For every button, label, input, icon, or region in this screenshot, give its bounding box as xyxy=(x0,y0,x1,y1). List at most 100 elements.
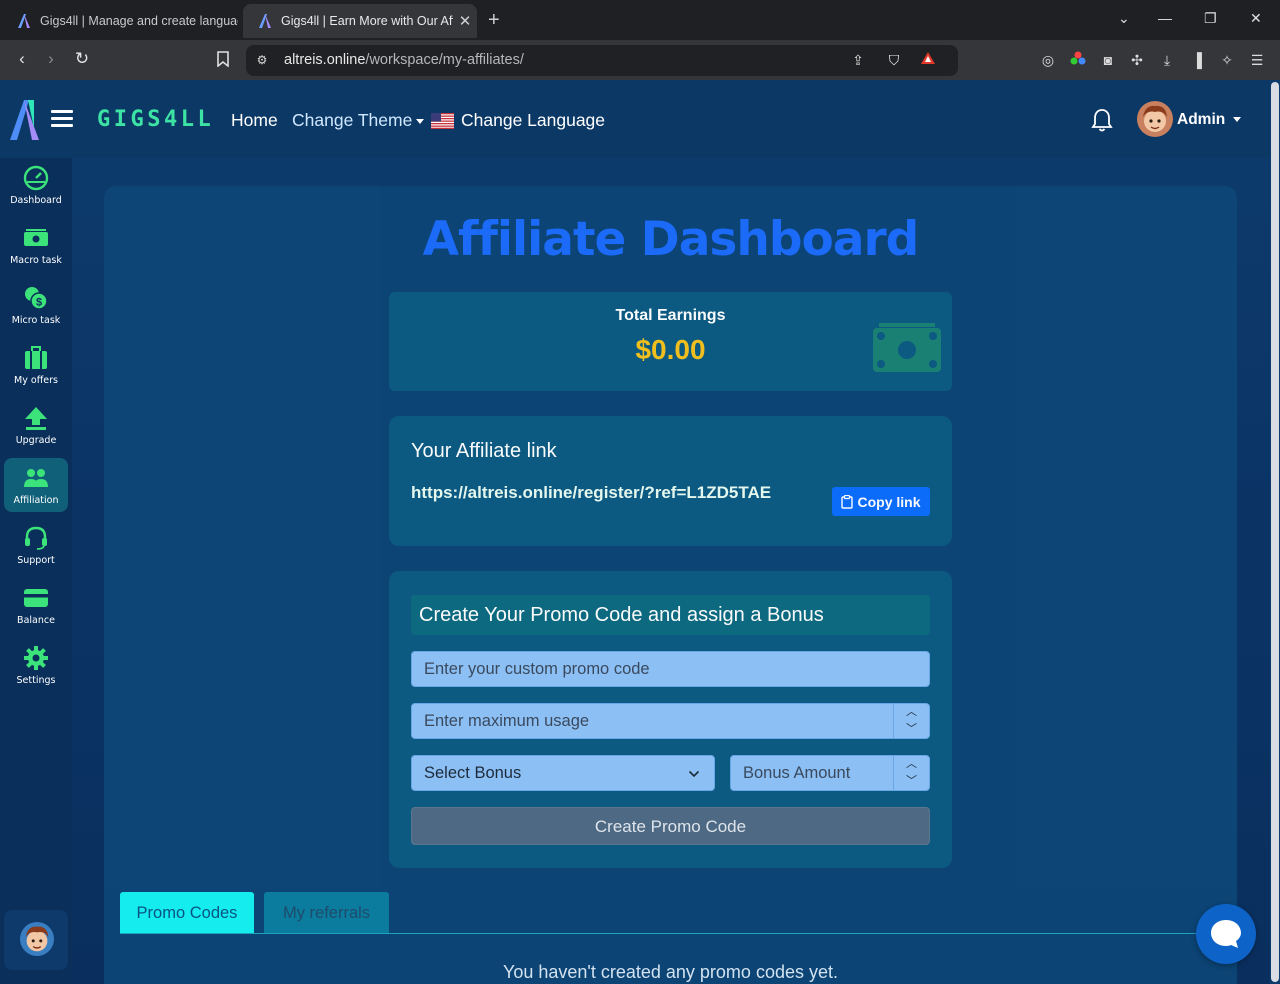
gear-icon xyxy=(24,646,48,670)
affiliate-link-url[interactable]: https://altreis.online/register/?ref=L1Z… xyxy=(411,483,771,503)
people-icon xyxy=(24,469,48,487)
sidebar-item-label: Affiliation xyxy=(13,495,59,506)
chat-launcher-button[interactable] xyxy=(1196,904,1256,964)
site-logo[interactable] xyxy=(8,98,42,142)
tab-divider xyxy=(120,933,1220,934)
coins-icon: $ xyxy=(25,287,48,310)
credit-card-icon xyxy=(24,589,48,607)
close-window-icon[interactable]: ✕ xyxy=(1250,10,1262,27)
tab-title: Gigs4ll | Earn More with Our Affiliate xyxy=(281,14,453,28)
address-bar-url: altreis.online/workspace/my-affiliates/ xyxy=(284,52,524,68)
chevron-up-icon[interactable]: ︿ xyxy=(894,756,929,773)
bonus-amount-stepper[interactable]: ︿ ﹀ xyxy=(893,756,929,790)
total-earnings-label: Total Earnings xyxy=(615,307,726,324)
page-content: GIGS4LL Home Change Theme Change Languag… xyxy=(0,80,1270,984)
bonus-amount-placeholder: Bonus Amount xyxy=(743,763,851,782)
chevron-up-icon[interactable]: ︿ xyxy=(894,704,929,721)
max-usage-stepper[interactable]: ︿ ﹀ xyxy=(893,704,929,738)
back-icon[interactable]: ‹ xyxy=(11,48,33,70)
sidebar-item-dashboard[interactable]: Dashboard xyxy=(4,158,68,212)
affiliate-dashboard-card: Affiliate Dashboard Total Earnings $0.00… xyxy=(104,186,1237,984)
total-earnings-value: $0.00 xyxy=(635,334,706,365)
extension-color-icon[interactable] xyxy=(1069,51,1087,69)
promo-form-heading: Create Your Promo Code and assign a Bonu… xyxy=(411,595,930,635)
browser-tab-active[interactable]: Gigs4ll | Earn More with Our Affiliate ✕ xyxy=(243,4,477,38)
chat-bubble-icon xyxy=(1211,920,1241,948)
nav-change-theme[interactable]: Change Theme xyxy=(292,110,425,131)
sidebar-item-label: Balance xyxy=(17,615,55,626)
sidebar-item-label: Macro task xyxy=(10,255,62,266)
notification-bell-icon[interactable] xyxy=(1090,107,1114,133)
user-avatar[interactable] xyxy=(20,922,54,956)
tab-promo-codes[interactable]: Promo Codes xyxy=(120,892,254,934)
scrollbar-thumb[interactable] xyxy=(1271,82,1279,982)
brand-name[interactable]: GIGS4LL xyxy=(97,107,214,132)
hamburger-menu-icon[interactable] xyxy=(51,110,73,128)
headset-icon xyxy=(25,526,47,550)
share-icon[interactable]: ⇪ xyxy=(849,51,867,69)
site-info-icon[interactable]: ⚙ xyxy=(253,51,271,69)
user-menu[interactable]: Admin xyxy=(1177,111,1242,129)
svg-text:$: $ xyxy=(36,297,42,309)
url-host: altreis.online xyxy=(284,52,366,68)
sidebar-item-settings[interactable]: Settings xyxy=(4,638,68,692)
brave-rewards-icon[interactable] xyxy=(919,51,937,69)
max-usage-input[interactable]: Enter maximum usage ︿ ﹀ xyxy=(411,703,930,739)
chevron-down-icon[interactable]: ﹀ xyxy=(894,773,929,790)
nav-home[interactable]: Home xyxy=(231,110,278,131)
bonus-amount-input[interactable]: Bonus Amount ︿ ﹀ xyxy=(730,755,930,791)
site-favicon-icon xyxy=(18,14,30,28)
affiliate-link-title: Your Affiliate link xyxy=(411,440,557,462)
leo-ai-icon[interactable]: ✧ xyxy=(1218,51,1236,69)
briefcase-icon xyxy=(25,346,47,369)
sidebar-item-micro-task[interactable]: $ Micro task xyxy=(4,278,68,332)
chevron-down-icon[interactable]: ﹀ xyxy=(894,721,929,738)
browser-tab[interactable]: Gigs4ll | Manage and create language xyxy=(2,4,238,38)
forward-icon[interactable]: › xyxy=(40,48,62,70)
promo-code-form-card: Create Your Promo Code and assign a Bonu… xyxy=(389,571,952,868)
sidebar-item-support[interactable]: Support xyxy=(4,518,68,572)
money-bill-icon xyxy=(873,323,941,372)
sidebar-item-label: Settings xyxy=(16,675,56,686)
top-navbar: GIGS4LL Home Change Theme Change Languag… xyxy=(0,80,1270,158)
total-earnings-card: Total Earnings $0.00 xyxy=(389,292,952,391)
sidebar-item-label: Micro task xyxy=(11,315,61,326)
sidebar-item-affiliation[interactable]: Affiliation xyxy=(4,458,68,512)
browser-tab-strip: Gigs4ll | Manage and create language Gig… xyxy=(0,0,1280,40)
sidebar-item-balance[interactable]: Balance xyxy=(4,578,68,632)
tab-search-icon[interactable]: ⌄ xyxy=(1118,10,1130,27)
new-tab-icon[interactable]: + xyxy=(488,9,500,32)
chevron-down-icon xyxy=(1233,117,1242,123)
tab-my-referrals[interactable]: My referrals xyxy=(264,892,389,934)
close-tab-icon[interactable]: ✕ xyxy=(453,12,477,30)
restore-icon[interactable]: ❐ xyxy=(1204,10,1217,27)
menu-icon[interactable]: ☰ xyxy=(1248,51,1266,69)
promo-code-input[interactable]: Enter your custom promo code xyxy=(411,651,930,687)
site-favicon-icon xyxy=(259,14,271,28)
page-title: Affiliate Dashboard xyxy=(422,212,920,267)
chevron-down-icon xyxy=(416,118,425,124)
empty-promo-message: You haven't created any promo codes yet. xyxy=(503,962,838,982)
bonus-select[interactable]: Select Bonus xyxy=(411,755,715,791)
download-icon[interactable]: ⤓ xyxy=(1158,51,1176,69)
sidebar-item-upgrade[interactable]: Upgrade xyxy=(4,398,68,452)
sidebar-toggle-icon[interactable]: ▐ xyxy=(1188,51,1206,69)
max-usage-placeholder: Enter maximum usage xyxy=(424,711,590,730)
sidebar-item-macro-task[interactable]: Macro task xyxy=(4,218,68,272)
url-path: /workspace/my-affiliates/ xyxy=(365,52,524,68)
bookmark-icon[interactable] xyxy=(212,48,234,70)
create-promo-code-button[interactable]: Create Promo Code xyxy=(411,807,930,845)
extension-glasses-icon[interactable]: ◎ xyxy=(1039,51,1057,69)
brave-shield-icon[interactable]: ⛉ xyxy=(885,51,903,69)
nav-change-language[interactable]: Change Language xyxy=(461,110,605,131)
user-avatar[interactable] xyxy=(1137,101,1173,137)
camera-icon[interactable]: ◙ xyxy=(1099,51,1117,69)
sidebar-user-box[interactable] xyxy=(4,910,68,970)
copy-link-button[interactable]: Copy link xyxy=(832,487,930,516)
minimize-icon[interactable]: — xyxy=(1158,10,1172,26)
sidebar-item-my-offers[interactable]: My offers xyxy=(4,338,68,392)
reload-icon[interactable]: ↻ xyxy=(71,48,93,70)
extensions-puzzle-icon[interactable]: ✣ xyxy=(1128,51,1146,69)
affiliate-link-card: Your Affiliate link https://altreis.onli… xyxy=(389,416,952,546)
bonus-select-value: Select Bonus xyxy=(424,763,522,782)
